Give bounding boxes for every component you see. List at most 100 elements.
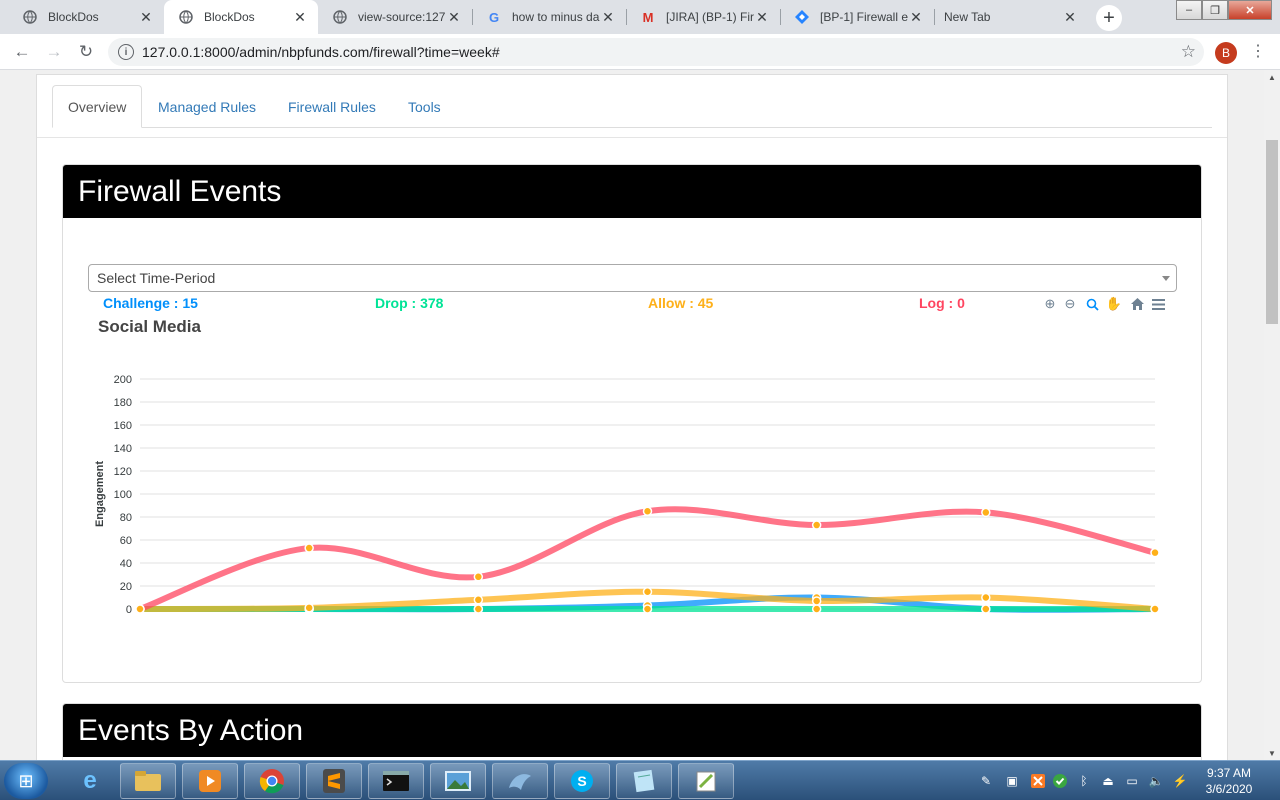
gmail-icon: M <box>642 9 654 25</box>
profile-avatar[interactable]: B <box>1215 42 1237 64</box>
data-point[interactable] <box>642 506 653 516</box>
tray-network-icon[interactable]: ▭ <box>1124 773 1140 789</box>
info-icon[interactable]: i <box>118 44 134 60</box>
y-tick-label: 200 <box>114 374 132 386</box>
browser-tab-title: how to minus da <box>512 10 600 24</box>
data-point[interactable] <box>135 604 145 614</box>
data-point[interactable] <box>473 572 484 582</box>
system-clock[interactable]: 9:37 AM 3/6/2020 <box>1196 765 1262 797</box>
tab-firewall-rules[interactable]: Firewall Rules <box>273 85 391 128</box>
bookmark-star-icon[interactable]: ☆ <box>1181 42 1196 62</box>
close-tab-icon[interactable]: ✕ <box>292 9 308 26</box>
page-scrollbar[interactable]: ▲ ▼ <box>1264 70 1280 760</box>
events-by-action-panel: Events By Action <box>62 703 1202 760</box>
scrollbar-thumb[interactable] <box>1266 140 1278 324</box>
data-point[interactable] <box>1150 604 1160 614</box>
y-tick-label: 180 <box>114 397 132 409</box>
notepad-plus-plus-icon[interactable] <box>678 763 734 799</box>
back-arrow-icon[interactable]: ← <box>10 40 34 64</box>
browser-tab-active[interactable]: BlockDos ✕ <box>164 0 318 34</box>
data-point[interactable] <box>642 604 653 614</box>
tray-usb-icon[interactable]: ⏏ <box>1100 773 1116 789</box>
y-tick-label: 160 <box>114 420 132 432</box>
scroll-up-arrow-icon[interactable]: ▲ <box>1264 70 1280 84</box>
internet-explorer-icon[interactable]: e <box>62 763 118 799</box>
tray-monitor-icon[interactable]: ▣ <box>1004 773 1020 789</box>
scroll-down-arrow-icon[interactable]: ▼ <box>1264 746 1280 760</box>
close-tab-icon[interactable]: ✕ <box>138 9 154 26</box>
y-tick-label: 0 <box>126 604 132 616</box>
tab-tools[interactable]: Tools <box>393 85 456 128</box>
y-tick-label: 60 <box>120 535 132 547</box>
y-tick-label: 140 <box>114 443 132 455</box>
data-point[interactable] <box>304 603 314 613</box>
address-bar[interactable]: i 127.0.0.1:8000/admin/nbpfunds.com/fire… <box>108 38 1204 66</box>
media-player-icon[interactable] <box>182 763 238 799</box>
close-tab-icon[interactable]: ✕ <box>908 9 924 26</box>
browser-tab[interactable]: New Tab ✕ <box>934 0 1088 34</box>
browser-tab[interactable]: M [JIRA] (BP-1) Fire ✕ <box>626 0 780 34</box>
photo-viewer-icon[interactable] <box>430 763 486 799</box>
section-divider <box>37 137 1227 138</box>
jira-icon <box>794 9 810 25</box>
close-tab-icon[interactable]: ✕ <box>754 9 770 26</box>
minimize-window-button[interactable]: ‒ <box>1176 0 1202 20</box>
browser-tab[interactable]: view-source:127. ✕ <box>318 0 472 34</box>
data-point[interactable] <box>642 587 653 597</box>
maximize-window-button[interactable]: ❐ <box>1202 0 1228 20</box>
close-tab-icon[interactable]: ✕ <box>446 9 462 26</box>
y-tick-label: 100 <box>114 489 132 501</box>
new-tab-button[interactable]: + <box>1096 5 1122 31</box>
data-point[interactable] <box>981 604 991 614</box>
tab-overview[interactable]: Overview <box>52 85 143 128</box>
data-point[interactable] <box>981 507 991 518</box>
windows-taskbar: ⊞ e S ✎ ▣ ᛒ ⏏ ▭ 🔈 ⚡ 9:37 AM 3/6/2020 <box>0 760 1280 800</box>
skype-icon[interactable]: S <box>554 763 610 799</box>
tray-xampp-icon[interactable] <box>1030 773 1046 789</box>
close-tab-icon[interactable]: ✕ <box>600 9 616 26</box>
tray-notepad-icon[interactable]: ✎ <box>978 773 994 789</box>
mysql-dolphin-icon[interactable] <box>492 763 548 799</box>
firewall-events-body: Select Time-Period Challenge : 15 Drop :… <box>63 218 1201 682</box>
browser-tab[interactable]: G how to minus da ✕ <box>472 0 626 34</box>
y-tick-label: 40 <box>120 558 132 570</box>
data-point[interactable] <box>811 520 822 530</box>
notepad-icon[interactable] <box>616 763 672 799</box>
svg-text:S: S <box>577 773 586 789</box>
globe-icon <box>178 9 194 25</box>
browser-tab[interactable]: [BP-1] Firewall ev ✕ <box>780 0 934 34</box>
data-point[interactable] <box>811 596 822 606</box>
reload-icon[interactable]: ↻ <box>74 40 98 64</box>
tab-managed-rules[interactable]: Managed Rules <box>143 85 271 128</box>
tray-power-icon[interactable]: ⚡ <box>1172 773 1188 789</box>
browser-tab[interactable]: BlockDos ✕ <box>8 0 164 34</box>
browser-toolbar: ← → ↻ i 127.0.0.1:8000/admin/nbpfunds.co… <box>0 34 1280 70</box>
windows-start-button[interactable]: ⊞ <box>4 763 48 799</box>
data-point[interactable] <box>981 592 991 603</box>
data-point[interactable] <box>473 595 484 605</box>
file-explorer-icon[interactable] <box>120 763 176 799</box>
sublime-text-icon[interactable] <box>306 763 362 799</box>
clock-time: 9:37 AM <box>1206 766 1252 780</box>
close-tab-icon[interactable]: ✕ <box>1062 9 1078 26</box>
close-window-button[interactable]: ✕ <box>1228 0 1272 20</box>
forward-arrow-icon[interactable]: → <box>42 40 66 64</box>
browser-menu-icon[interactable]: ⋮ <box>1250 42 1266 62</box>
y-tick-label: 120 <box>114 466 132 478</box>
bluetooth-icon[interactable]: ᛒ <box>1076 773 1092 789</box>
data-point[interactable] <box>1150 547 1160 558</box>
line-chart: 020406080100120140160180200FriSatSunMonT… <box>94 374 1160 616</box>
volume-muted-icon[interactable]: 🔈 <box>1148 773 1164 789</box>
tray-check-icon[interactable] <box>1052 773 1068 789</box>
firewall-events-panel: Firewall Events Select Time-Period Chall… <box>62 164 1202 683</box>
data-point[interactable] <box>811 604 822 614</box>
chrome-icon[interactable] <box>244 763 300 799</box>
data-point[interactable] <box>473 604 484 614</box>
page-viewport: Overview Managed Rules Firewall Rules To… <box>0 70 1264 760</box>
command-prompt-icon[interactable] <box>368 763 424 799</box>
browser-tab-title: BlockDos <box>204 10 255 24</box>
globe-icon <box>22 9 38 25</box>
y-tick-label: 80 <box>120 512 132 524</box>
browser-tab-title: [BP-1] Firewall ev <box>820 10 908 24</box>
data-point[interactable] <box>304 543 314 553</box>
